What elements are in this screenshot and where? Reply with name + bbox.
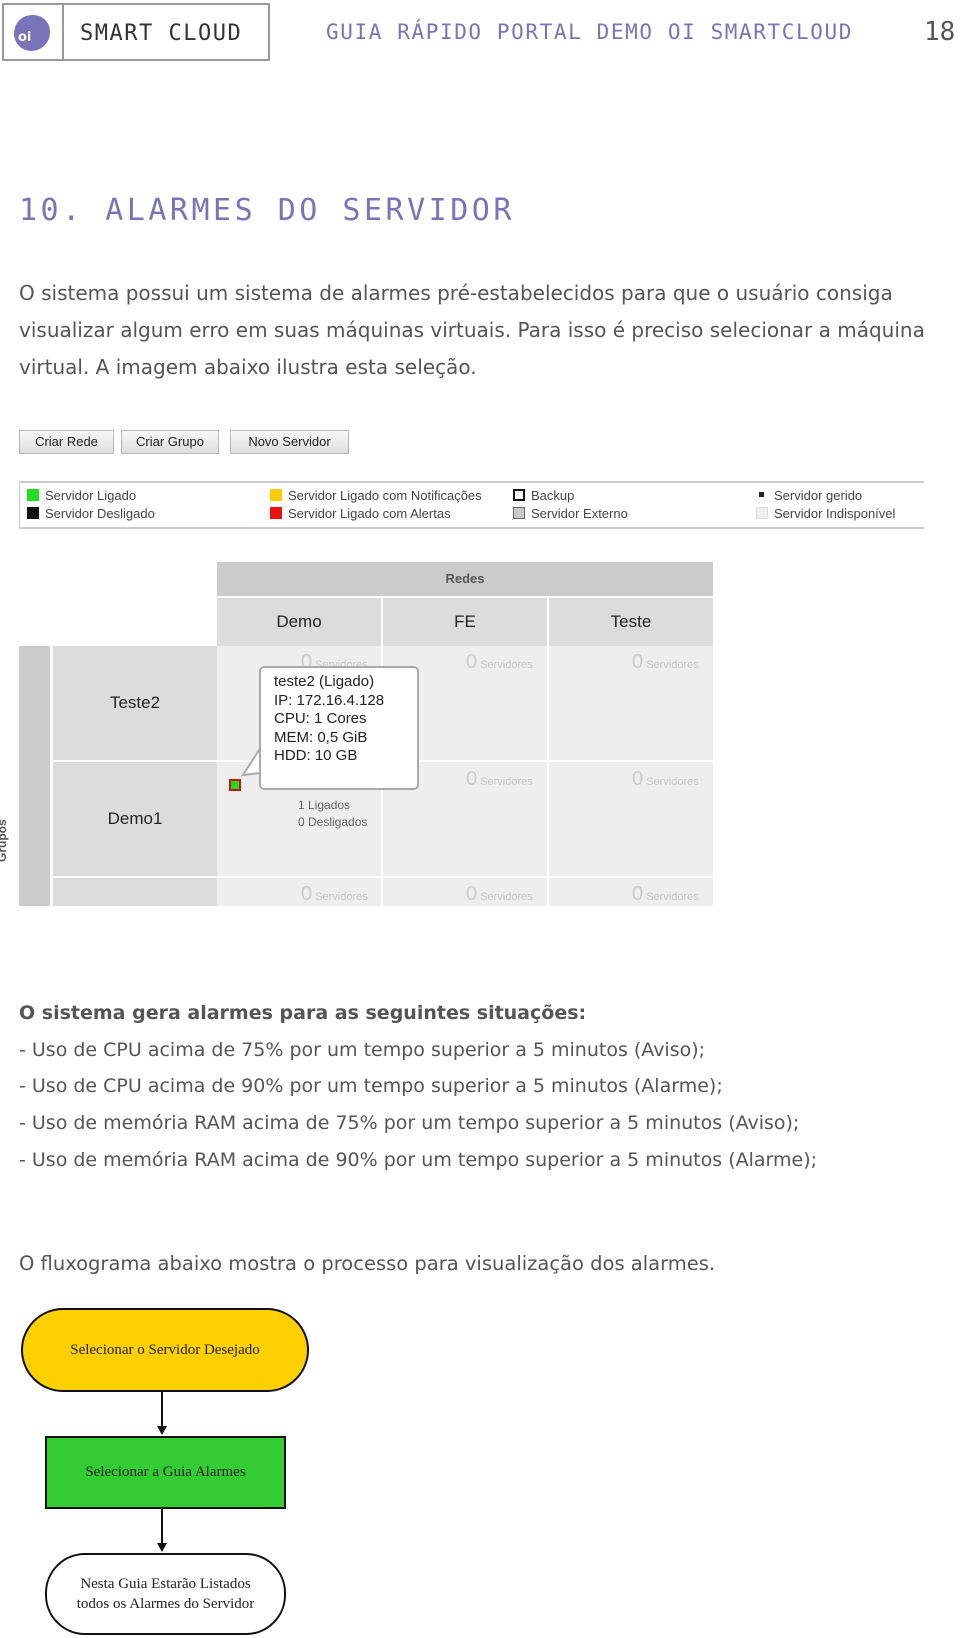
column-demo[interactable]: Demo <box>217 598 381 646</box>
red-square-icon <box>270 507 282 519</box>
empty-count: 0 Servidores <box>466 883 533 905</box>
empty-count: 0 Servidores <box>466 768 533 790</box>
column-fe[interactable]: FE <box>383 598 547 646</box>
grupos-sidebar <box>19 646 50 906</box>
small-dot-icon <box>756 489 768 501</box>
flow-step-label: Nesta Guia Estarão Listados <box>80 1576 251 1592</box>
tooltip-ip: IP: 172.16.4.128 <box>274 691 385 709</box>
legend-label: Servidor Indisponível <box>774 506 896 521</box>
tooltip-hdd: HDD: 10 GB <box>274 747 358 764</box>
alarm-conditions: O sistema gera alarmes para as seguintes… <box>19 995 949 1179</box>
page-number: 18 <box>924 17 956 47</box>
legend-servidor-alertas: Servidor Ligado com Alertas <box>270 505 451 523</box>
gray-square-icon <box>513 507 525 519</box>
legend-servidor-desligado: Servidor Desligado <box>27 505 155 523</box>
brand-name: SMART CLOUD <box>80 21 243 46</box>
flow-arrow-2 <box>157 1509 167 1552</box>
section-title: 10. ALARMES DO SERVIDOR <box>19 193 515 228</box>
legend-label: Servidor Desligado <box>45 506 155 521</box>
intro-paragraph: O sistema possui um sistema de alarmes p… <box>19 281 925 379</box>
empty-count: 0 Servidores <box>301 883 368 905</box>
flow-step-select-alarms-tab: Selecionar a Guia Alarmes <box>45 1436 286 1509</box>
row-teste2[interactable]: Teste2 <box>53 646 217 760</box>
backup-square-icon <box>513 489 525 501</box>
count-desligados: 0 Desligados <box>298 815 368 829</box>
status-legend: Servidor Ligado Servidor Desligado Servi… <box>19 481 924 529</box>
row-demo1[interactable]: Demo1 <box>53 762 217 876</box>
logo-divider <box>62 5 64 59</box>
empty-count: 0 Servidores <box>632 651 699 673</box>
running-title: GUIA RÁPIDO PORTAL DEMO OI SMARTCLOUD <box>326 20 853 44</box>
legend-servidor-gerido: Servidor gerido <box>756 487 862 505</box>
black-square-icon <box>27 507 39 519</box>
alarm-item: - Uso de memória RAM acima de 90% por um… <box>19 1148 818 1171</box>
oi-logo-text: oi <box>18 30 32 45</box>
legend-servidor-ligado: Servidor Ligado <box>27 487 136 505</box>
legend-servidor-indisponivel: Servidor Indisponível <box>756 505 895 523</box>
alarm-heading: O sistema gera alarmes para as seguintes… <box>19 1002 587 1024</box>
legend-label: Servidor Externo <box>531 506 628 521</box>
alarm-item: - Uso de memória RAM acima de 75% por um… <box>19 1112 800 1135</box>
yellow-square-icon <box>270 489 282 501</box>
alarm-item: - Uso de CPU acima de 75% por um tempo s… <box>19 1038 706 1061</box>
flowchart-intro: O fluxograma abaixo mostra o processo pa… <box>19 1252 716 1275</box>
tooltip-mem: MEM: 0,5 GiB <box>274 728 368 746</box>
column-teste[interactable]: Teste <box>549 598 713 646</box>
criar-rede-button[interactable]: Criar Rede <box>19 430 114 454</box>
server-tooltip: teste2 (Ligado) IP: 172.16.4.128 CPU: 1 … <box>259 666 419 790</box>
green-square-icon <box>27 489 39 501</box>
flow-step-select-server: Selecionar o Servidor Desejado <box>21 1308 309 1392</box>
alarm-item: - Uso de CPU acima de 90% por um tempo s… <box>19 1075 723 1098</box>
server-counts: 1 Ligados 0 Desligados <box>298 797 367 831</box>
legend-label: Servidor Ligado <box>45 488 137 503</box>
flow-step-label: Selecionar a Guia Alarmes <box>85 1464 246 1480</box>
legend-backup: Backup <box>513 487 574 505</box>
legend-servidor-externo: Servidor Externo <box>513 505 628 523</box>
row-third <box>53 878 217 906</box>
flow-step-alarms-listed: Nesta Guia Estarão Listados todos os Ala… <box>45 1553 286 1635</box>
legend-label: Servidor gerido <box>774 488 863 503</box>
logo: oi SMART CLOUD <box>2 3 270 61</box>
tooltip-name: teste2 (Ligado) <box>274 673 375 690</box>
grupos-label: Grupos <box>0 819 9 862</box>
flow-step-label: todos os Alarmes do Servidor <box>76 1596 255 1612</box>
light-gray-square-icon <box>756 507 768 519</box>
legend-servidor-notificacoes: Servidor Ligado com Notificações <box>270 487 482 505</box>
tooltip-cpu: CPU: 1 Cores <box>274 710 367 727</box>
empty-count: 0 Servidores <box>466 651 533 673</box>
legend-label: Servidor Ligado com Notificações <box>288 488 482 503</box>
empty-count: 0 Servidores <box>632 768 699 790</box>
criar-grupo-button[interactable]: Criar Grupo <box>121 430 219 454</box>
flow-arrow-1 <box>157 1392 167 1435</box>
legend-label: Servidor Ligado com Alertas <box>288 506 451 521</box>
novo-servidor-button[interactable]: Novo Servidor <box>230 430 349 454</box>
empty-count: 0 Servidores <box>632 883 699 905</box>
redes-header: Redes <box>217 562 713 596</box>
count-ligados: 1 Ligados <box>298 798 351 812</box>
flow-step-label: Selecionar o Servidor Desejado <box>70 1342 260 1358</box>
legend-label: Backup <box>531 488 575 503</box>
